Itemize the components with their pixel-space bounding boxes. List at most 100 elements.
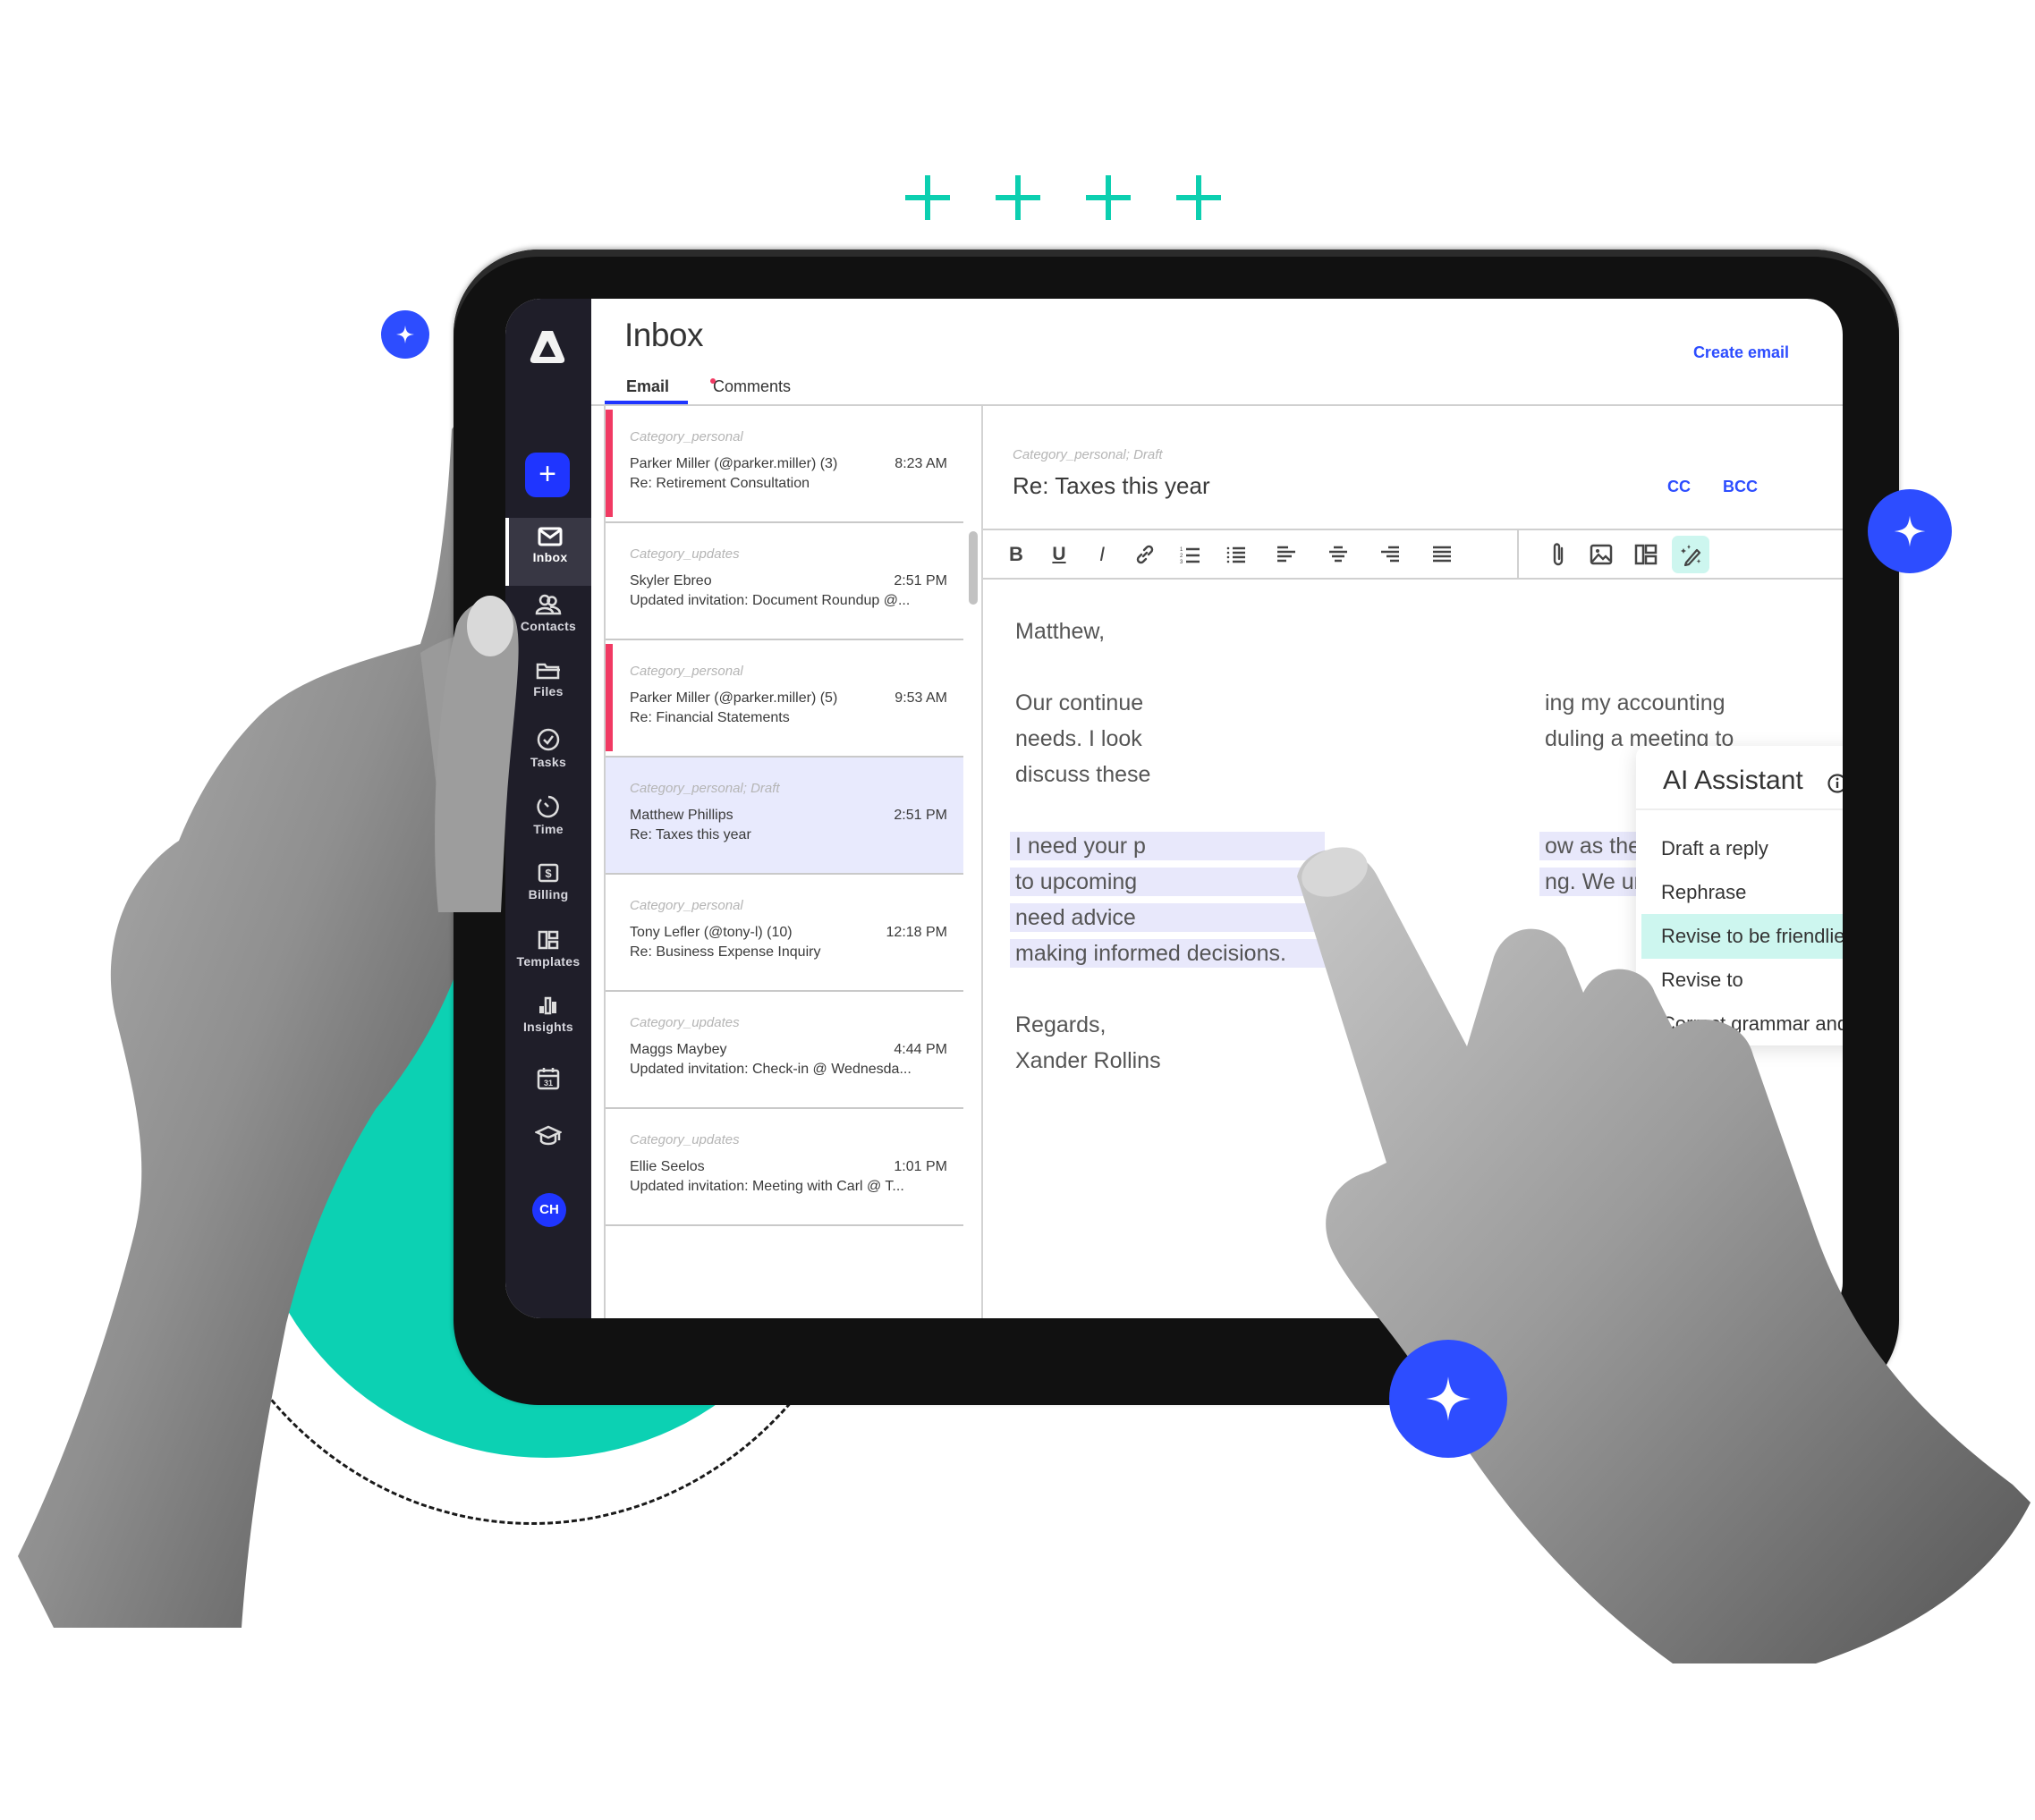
sidebar: + Inbox Contacts Files Tasks Time $ Bill… — [505, 299, 591, 1318]
user-avatar[interactable]: CH — [532, 1193, 566, 1227]
sidebar-item-time[interactable]: Time — [505, 786, 591, 854]
page-title: Inbox — [624, 317, 704, 353]
mail-subject: Re: Business Expense Inquiry — [630, 944, 821, 960]
delta-logo-icon — [530, 331, 565, 363]
sparkle-icon — [395, 325, 415, 344]
draft-subject[interactable]: Re: Taxes this year — [1013, 472, 1210, 500]
ai-option-friendlier[interactable]: Revise to be friendlier — [1641, 914, 1843, 959]
bold-icon: B — [1009, 543, 1023, 565]
mail-category: Category_updates — [630, 1015, 740, 1030]
ai-option-draft-reply[interactable]: Draft a reply — [1641, 826, 1843, 871]
attachment-button[interactable] — [1541, 538, 1575, 571]
align-center-button[interactable] — [1321, 538, 1355, 571]
sidebar-item-label: Inbox — [532, 550, 568, 564]
graduation-cap-icon — [535, 1125, 562, 1146]
tab-email[interactable]: Email — [626, 377, 669, 396]
mail-list-item[interactable] — [606, 1226, 963, 1318]
sidebar-item-label: Time — [533, 822, 564, 836]
mail-time: 12:18 PM — [886, 925, 947, 940]
mail-list-item-selected[interactable]: Category_personal; Draft Matthew Phillip… — [606, 758, 963, 875]
sidebar-item-templates[interactable]: Templates — [505, 920, 591, 988]
sidebar-item-label: Templates — [516, 954, 581, 969]
cc-button[interactable]: CC — [1667, 478, 1691, 496]
bullet-list-button[interactable] — [1219, 538, 1253, 571]
link-button[interactable] — [1128, 538, 1162, 571]
mail-subject: Updated invitation: Check-in @ Wednesda.… — [630, 1062, 912, 1077]
svg-text:$: $ — [545, 867, 552, 880]
italic-button[interactable]: I — [1085, 538, 1119, 571]
mail-list-item[interactable]: Category_personal Parker Miller (@parker… — [606, 640, 963, 758]
svg-text:3: 3 — [1180, 560, 1183, 564]
sidebar-item-files[interactable]: Files — [505, 652, 591, 720]
underline-button[interactable]: U — [1042, 538, 1076, 571]
align-left-button[interactable] — [1269, 538, 1303, 571]
body-selected-line: I need your p — [1010, 828, 1325, 864]
image-icon — [1590, 544, 1613, 565]
mail-subject: Re: Taxes this year — [630, 827, 751, 842]
mail-list-scrollbar[interactable] — [969, 531, 978, 605]
ai-option-correct-grammar[interactable]: Correct grammar and spelling — [1641, 1002, 1843, 1046]
ai-wand-icon — [1681, 545, 1701, 566]
insert-template-button[interactable] — [1629, 538, 1663, 571]
sidebar-item-billing[interactable]: $ Billing — [505, 853, 591, 921]
justify-button[interactable] — [1425, 538, 1459, 571]
align-left-icon — [1277, 546, 1295, 563]
align-center-icon — [1329, 546, 1347, 563]
decorative-plus-icon — [996, 175, 1040, 220]
toolbar-separator — [1517, 530, 1519, 580]
bold-button[interactable]: B — [999, 538, 1033, 571]
mail-list-item[interactable]: Category_updates Skyler Ebreo 2:51 PM Up… — [606, 523, 963, 640]
bullet-list-icon — [1226, 546, 1245, 563]
mail-subject: Re: Retirement Consultation — [630, 476, 810, 491]
formatting-toolbar: B U I 123 — [983, 529, 1843, 580]
insert-image-button[interactable] — [1584, 538, 1618, 571]
mail-time: 2:51 PM — [894, 573, 947, 588]
mail-time: 9:53 AM — [895, 690, 947, 706]
mail-list-item[interactable]: Category_personal Parker Miller (@parker… — [606, 406, 963, 523]
compose-button[interactable]: + — [525, 453, 570, 497]
ai-option-rephrase[interactable]: Rephrase — [1641, 870, 1843, 915]
align-right-button[interactable] — [1373, 538, 1407, 571]
draft-category: Category_personal; Draft — [1013, 447, 1163, 462]
body-signature: Xander Rollins — [1015, 1048, 1161, 1073]
mail-category: Category_updates — [630, 1132, 740, 1147]
mail-subject: Updated invitation: Meeting with Carl @ … — [630, 1179, 904, 1194]
sidebar-item-label: Files — [533, 684, 564, 698]
check-circle-icon — [537, 728, 560, 751]
unread-flag — [606, 410, 613, 517]
ai-option-revise[interactable]: Revise to — [1641, 958, 1843, 1003]
tab-comments[interactable]: Comments — [713, 377, 791, 396]
align-right-icon — [1381, 546, 1399, 563]
sidebar-item-learning[interactable] — [505, 1114, 591, 1164]
sidebar-item-tasks[interactable]: Tasks — [505, 719, 591, 787]
ai-assistant-button[interactable] — [1672, 536, 1709, 573]
justify-icon — [1433, 546, 1451, 563]
calendar-icon: 31 — [537, 1068, 560, 1090]
mail-category: Category_personal; Draft — [630, 781, 780, 796]
sidebar-item-label: Billing — [528, 887, 569, 902]
timer-icon — [537, 795, 559, 818]
mail-list-item[interactable]: Category_updates Maggs Maybey 4:44 PM Up… — [606, 992, 963, 1109]
sidebar-item-insights[interactable]: Insights — [505, 986, 591, 1054]
info-icon[interactable] — [1827, 773, 1843, 794]
body-greeting: Matthew, — [1015, 619, 1106, 644]
svg-text:31: 31 — [544, 1079, 553, 1088]
sidebar-item-inbox[interactable]: Inbox — [505, 518, 591, 586]
bcc-button[interactable]: BCC — [1723, 478, 1758, 496]
mail-list-item[interactable]: Category_updates Ellie Seelos 1:01 PM Up… — [606, 1109, 963, 1226]
mail-list-item[interactable]: Category_personal Tony Lefler (@tony-l) … — [606, 875, 963, 992]
sidebar-item-calendar[interactable]: 31 — [505, 1057, 591, 1107]
sidebar-item-label: Insights — [522, 1020, 574, 1034]
sidebar-item-contacts[interactable]: Contacts — [505, 585, 591, 653]
decorative-plus-icon — [905, 175, 950, 220]
body-closing: Regards, — [1015, 1012, 1107, 1037]
app-screen: + Inbox Contacts Files Tasks Time $ Bill… — [505, 299, 1843, 1318]
mail-category: Category_personal — [630, 898, 743, 913]
templates-icon — [538, 930, 559, 950]
unread-flag — [606, 644, 613, 751]
mail-sender: Ellie Seelos — [630, 1159, 705, 1174]
sparkle-icon — [1426, 1376, 1471, 1421]
numbered-list-button[interactable]: 123 — [1173, 538, 1207, 571]
create-email-button[interactable]: Create email — [1693, 343, 1789, 362]
mail-category: Category_updates — [630, 546, 740, 562]
